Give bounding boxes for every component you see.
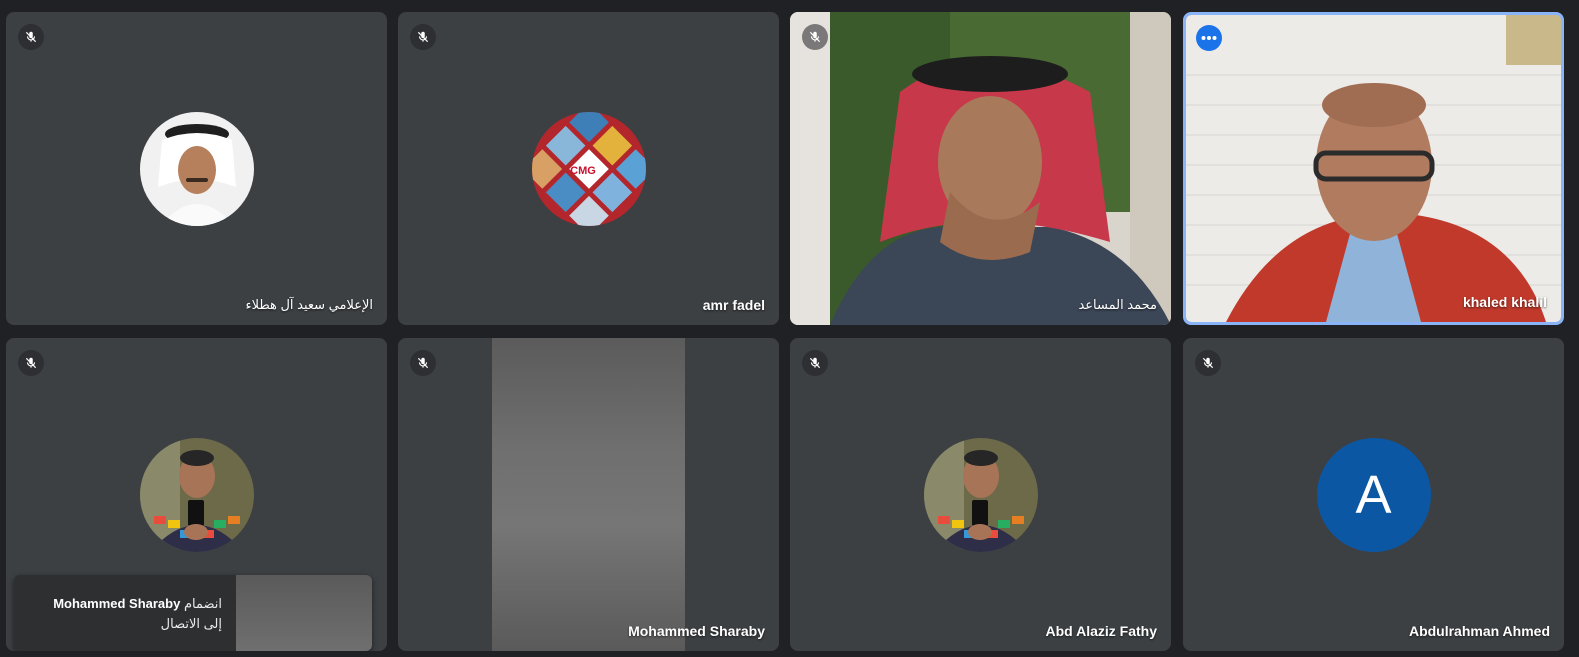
mic-off-icon <box>1195 350 1221 376</box>
more-options-icon[interactable] <box>1196 25 1222 51</box>
avatar <box>139 437 254 552</box>
participant-name: Mohammed Sharaby <box>628 623 765 639</box>
mic-off-icon <box>18 24 44 50</box>
participant-video-tile[interactable]: محمد المساعد <box>790 12 1171 325</box>
mic-off-icon <box>802 24 828 50</box>
participant-tile[interactable]: A Abdulrahman Ahmed <box>1183 338 1564 651</box>
avatar <box>923 437 1038 552</box>
mic-off-icon <box>410 24 436 50</box>
join-notification[interactable]: انضمام Mohammed Sharaby إلى الاتصال <box>14 575 372 651</box>
video-feed <box>492 338 685 651</box>
notification-suffix: إلى الاتصال <box>160 616 222 631</box>
mic-off-icon <box>802 350 828 376</box>
avatar-logo-text: CMG <box>570 165 596 177</box>
participant-grid: الإعلامي سعيد آل هطلاء CMG amr fadel محم… <box>0 0 1579 657</box>
notification-name: Mohammed Sharaby <box>53 596 181 611</box>
participant-tile[interactable]: Abd Alaziz Fathy <box>790 338 1171 651</box>
mic-off-icon <box>410 350 436 376</box>
participant-tile[interactable]: انضمام Mohammed Sharaby إلى الاتصال <box>6 338 387 651</box>
participant-video-tile[interactable]: Mohammed Sharaby <box>398 338 779 651</box>
video-feed <box>790 12 1171 325</box>
participant-tile[interactable]: الإعلامي سعيد آل هطلاء <box>6 12 387 325</box>
participant-name: الإعلامي سعيد آل هطلاء <box>245 297 373 312</box>
participant-video-tile[interactable]: khaled khalil <box>1183 12 1564 325</box>
participant-name: محمد المساعد <box>1078 297 1157 312</box>
participant-tile[interactable]: CMG amr fadel <box>398 12 779 325</box>
participant-name: Abd Alaziz Fathy <box>1045 623 1158 639</box>
avatar: CMG <box>531 111 646 226</box>
participant-name: khaled khalil <box>1462 294 1547 310</box>
notification-text: انضمام Mohammed Sharaby إلى الاتصال <box>22 594 222 634</box>
mic-off-icon <box>18 350 44 376</box>
letter-avatar: A <box>1316 437 1431 552</box>
video-feed <box>1186 15 1561 322</box>
notification-prefix: انضمام <box>183 596 222 611</box>
avatar <box>139 111 254 226</box>
participant-name: amr fadel <box>702 297 765 313</box>
notification-thumbnail <box>236 575 372 651</box>
participant-name: Abdulrahman Ahmed <box>1408 623 1550 639</box>
